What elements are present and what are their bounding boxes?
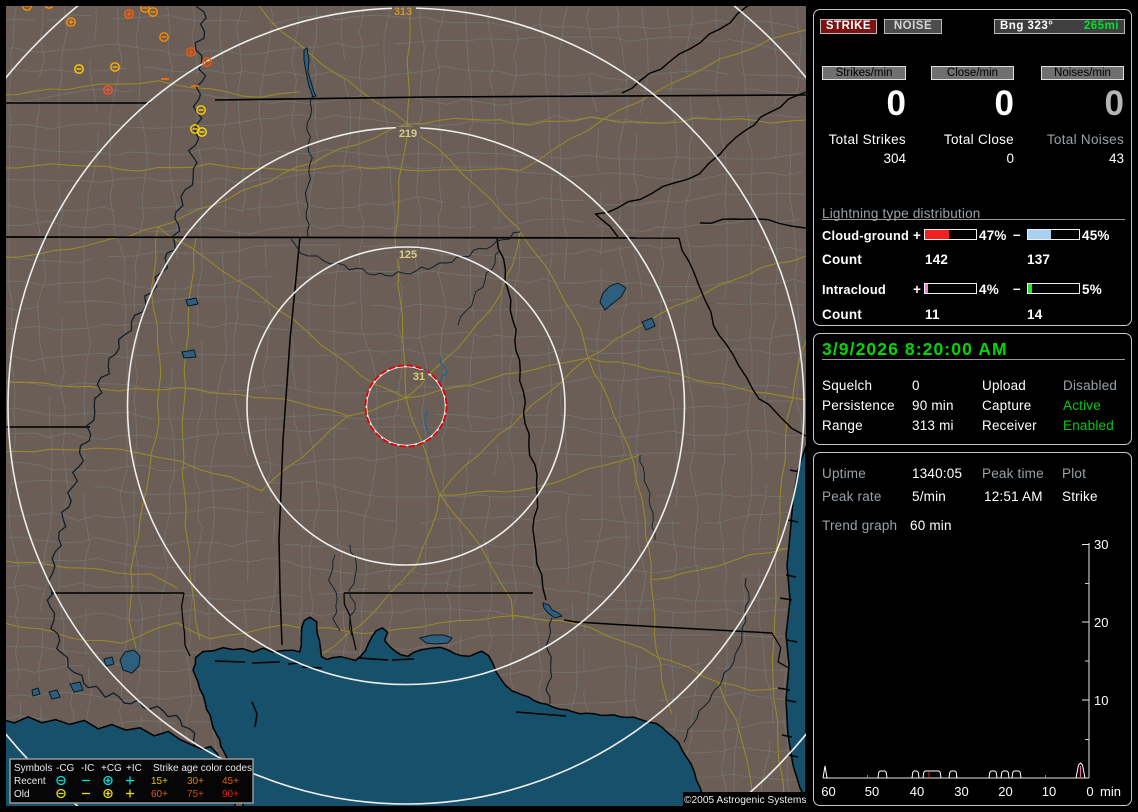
svg-text:0: 0 — [1086, 784, 1093, 799]
svg-text:219: 219 — [399, 128, 417, 140]
svg-text:50: 50 — [865, 784, 879, 799]
svg-text:Strike age color codes: Strike age color codes — [153, 763, 252, 774]
svg-text:-CG: -CG — [56, 763, 75, 774]
svg-text:15+: 15+ — [151, 776, 168, 787]
svg-text:+CG: +CG — [101, 763, 122, 774]
svg-text:Symbols: Symbols — [14, 763, 52, 774]
svg-text:30: 30 — [1094, 537, 1108, 552]
svg-text:90+: 90+ — [222, 789, 239, 800]
svg-text:30: 30 — [954, 784, 968, 799]
svg-text:313: 313 — [394, 6, 412, 18]
svg-text:60+: 60+ — [151, 789, 168, 800]
svg-text:30+: 30+ — [187, 776, 204, 787]
svg-text:40: 40 — [910, 784, 924, 799]
svg-text:10: 10 — [1042, 784, 1056, 799]
svg-text:75+: 75+ — [187, 789, 204, 800]
svg-text:125: 125 — [399, 249, 417, 261]
svg-text:©2005 Astrogenic Systems: ©2005 Astrogenic Systems — [684, 795, 806, 806]
svg-text:45+: 45+ — [222, 776, 239, 787]
svg-text:31: 31 — [413, 371, 425, 383]
svg-text:60: 60 — [821, 784, 835, 799]
svg-text:Recent: Recent — [14, 776, 46, 787]
svg-text:min: min — [1100, 784, 1121, 799]
svg-text:Old: Old — [14, 789, 30, 800]
svg-text:-IC: -IC — [81, 763, 94, 774]
svg-text:+IC: +IC — [126, 763, 142, 774]
svg-text:20: 20 — [1094, 615, 1108, 630]
svg-text:10: 10 — [1094, 693, 1108, 708]
svg-text:20: 20 — [998, 784, 1012, 799]
